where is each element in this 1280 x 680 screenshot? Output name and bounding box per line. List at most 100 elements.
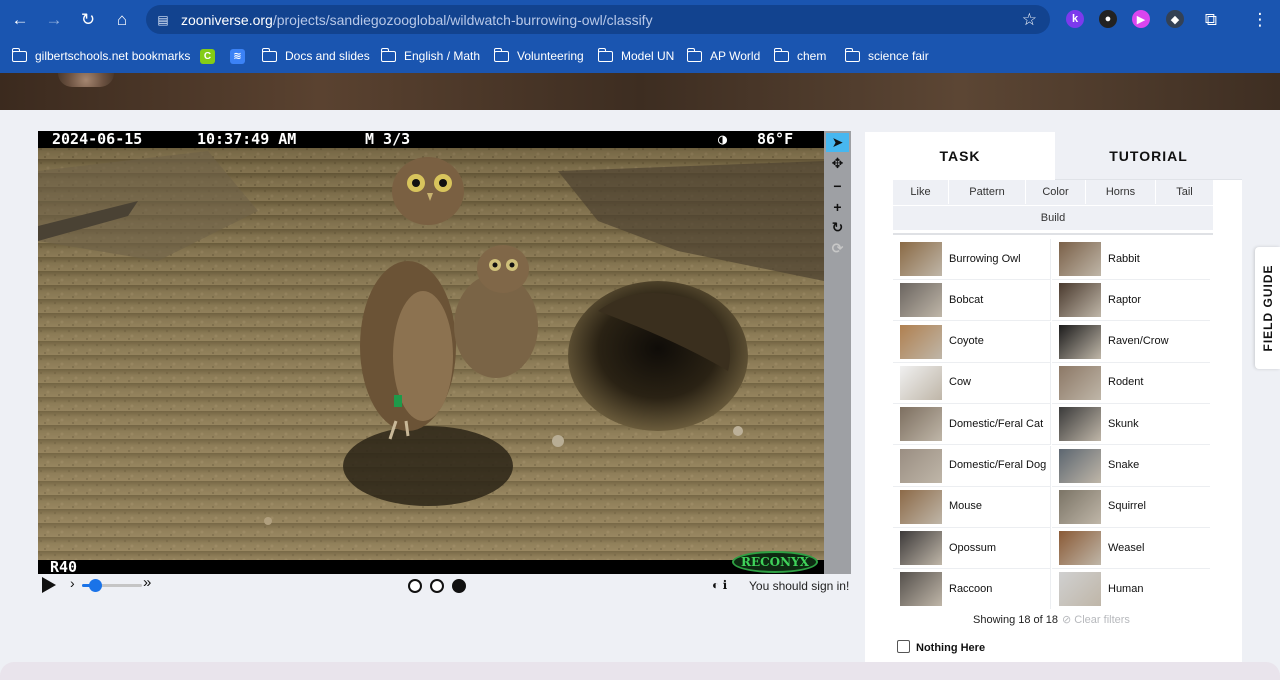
species-label: Squirrel [1108,500,1146,513]
bookmark-folder-model-un[interactable]: Model UN [597,47,674,65]
filter-build[interactable]: Build [893,205,1213,229]
bookmark-folder-chem[interactable]: chem [773,47,826,65]
species-choice[interactable]: Coyote [893,321,1051,363]
species-choice[interactable]: Human [1052,569,1210,609]
species-choice[interactable]: Burrowing Owl [893,239,1051,280]
pointer-tool-icon[interactable]: ➤ [826,133,849,152]
play-icon[interactable] [42,577,56,593]
species-choice[interactable]: Squirrel [1052,487,1210,528]
species-choice[interactable]: Rabbit [1052,239,1210,280]
bookmark-folder-docs[interactable]: Docs and slides [261,47,370,65]
species-label: Snake [1108,459,1140,471]
subject-image-viewer[interactable]: 2024-06-15 10:37:49 AM M 3/3 ◑ 86°F R40 … [38,131,824,574]
filter-like[interactable]: Like [893,180,949,204]
folder-icon [493,47,509,62]
species-thumbnail [1059,448,1101,483]
bookmark-folder-english[interactable]: English / Math [380,47,481,65]
frame-dot-1[interactable] [408,579,422,593]
contrast-info-icons[interactable]: ◐ ℹ [712,578,727,592]
bookmarks-bar: gilbertschools.net bookmarks C ≋ Docs an… [0,39,1280,73]
species-choice[interactable]: Weasel [1052,528,1210,570]
bookmark-managed[interactable]: gilbertschools.net bookmarks [11,47,190,65]
species-thumbnail [900,489,942,524]
frame-dot-2[interactable] [430,579,444,593]
species-choice[interactable]: Bobcat [893,280,1051,322]
species-thumbnail [1059,531,1101,566]
nothing-here-option[interactable]: Nothing Here [897,638,985,654]
folder-icon [686,47,702,62]
species-thumbnail [900,407,942,442]
bookmark-folder-ap-world[interactable]: AP World [686,47,761,65]
species-choice[interactable]: Raccoon [893,569,1051,609]
tab-task[interactable]: TASK [865,132,1055,180]
bookmark-app-blue[interactable]: ≋ [230,47,253,65]
home-icon[interactable]: ⌂ [110,8,134,32]
video-extension-icon[interactable]: ▶ [1132,10,1150,28]
move-tool-icon[interactable]: ✥ [826,154,849,173]
species-thumbnail [1059,572,1101,607]
field-guide-tab[interactable]: FIELD GUIDE [1255,247,1280,369]
species-label: Coyote [949,335,984,348]
bookmark-app-c[interactable]: C [200,47,223,65]
species-choice[interactable]: Cow [893,362,1051,404]
species-label: Cow [949,376,972,389]
clear-filters-label: Clear filters [1074,614,1130,626]
filter-color[interactable]: Color [1026,180,1086,204]
camera-frame: M 3/3 [365,131,411,148]
species-thumbnail [900,531,942,566]
species-choice[interactable]: Domestic/Feral Dog [893,445,1051,487]
species-thumbnail [1059,365,1101,400]
image-toolbar: ➤ ✥ − + ↻ ⟳ [824,131,851,574]
back-arrow-icon[interactable]: ← [8,8,32,32]
camera-bottom-bar [38,560,824,574]
bear-extension-icon[interactable]: ● [1099,10,1117,28]
rotate-icon[interactable]: ↻ [826,218,849,237]
species-choice[interactable]: Snake [1052,446,1210,487]
bookmark-folder-science-fair[interactable]: science fair [844,47,929,65]
extensions-puzzle-icon[interactable]: ⧉ [1199,8,1223,32]
filter-tail[interactable]: Tail [1156,180,1213,204]
reset-icon[interactable]: ⟳ [826,239,849,258]
species-label: Burrowing Owl [949,252,1021,265]
url-path: /projects/sandiegozooglobal/wildwatch-bu… [272,11,653,28]
bookmark-folder-volunteering[interactable]: Volunteering [493,47,584,65]
slower-icon[interactable]: › [70,575,75,591]
species-choice[interactable]: Opossum [893,528,1051,570]
site-info-icon[interactable]: ▤ [155,12,171,28]
bookmark-star-icon[interactable]: ☆ [1022,10,1037,30]
bookmark-label: English / Math [404,49,481,63]
species-choice[interactable]: Mouse [893,486,1051,528]
taskbar-strip [0,662,1280,680]
species-grid: Burrowing Owl Rabbit Bobcat Raptor Coyote Rav… [893,239,1213,609]
address-bar[interactable]: ▤ zooniverse.org/projects/sandiegozooglo… [146,5,1050,34]
species-choice[interactable]: Skunk [1052,404,1210,446]
cube-extension-icon[interactable]: ◆ [1166,10,1184,28]
species-label: Weasel [1108,541,1145,554]
species-choice[interactable]: Raptor [1052,280,1210,322]
filter-horns[interactable]: Horns [1086,180,1156,204]
nothing-here-checkbox[interactable] [897,639,910,653]
tab-tutorial[interactable]: TUTORIAL [1055,132,1242,180]
species-label: Domestic/Feral Dog [949,459,1047,471]
folder-icon [380,47,396,62]
speed-slider-thumb[interactable] [89,579,102,592]
reload-icon[interactable]: ↻ [76,8,100,32]
zoom-out-icon[interactable]: − [826,176,849,195]
k-extension-icon[interactable]: k [1066,10,1084,28]
bookmark-label: AP World [710,49,761,63]
faster-icon[interactable]: » [143,574,151,591]
species-choice[interactable]: Domestic/Feral Cat [893,404,1051,446]
species-choice[interactable]: Raven/Crow [1052,322,1210,363]
species-thumbnail [900,283,942,318]
player-controls: › » ◐ ℹ You should sign in! [38,574,851,598]
frame-dot-3[interactable] [452,579,466,593]
zoom-in-icon[interactable]: + [826,197,849,216]
forward-arrow-icon[interactable]: → [42,8,66,32]
species-thumbnail [1059,407,1101,442]
filter-pattern[interactable]: Pattern [949,180,1026,204]
species-choice[interactable]: Rodent [1052,363,1210,404]
clear-filters-button[interactable]: ⊘ Clear filters [1062,614,1130,626]
project-banner [0,73,1280,110]
more-menu-icon[interactable]: ⋮ [1248,8,1272,32]
nothing-here-label: Nothing Here [916,642,986,654]
